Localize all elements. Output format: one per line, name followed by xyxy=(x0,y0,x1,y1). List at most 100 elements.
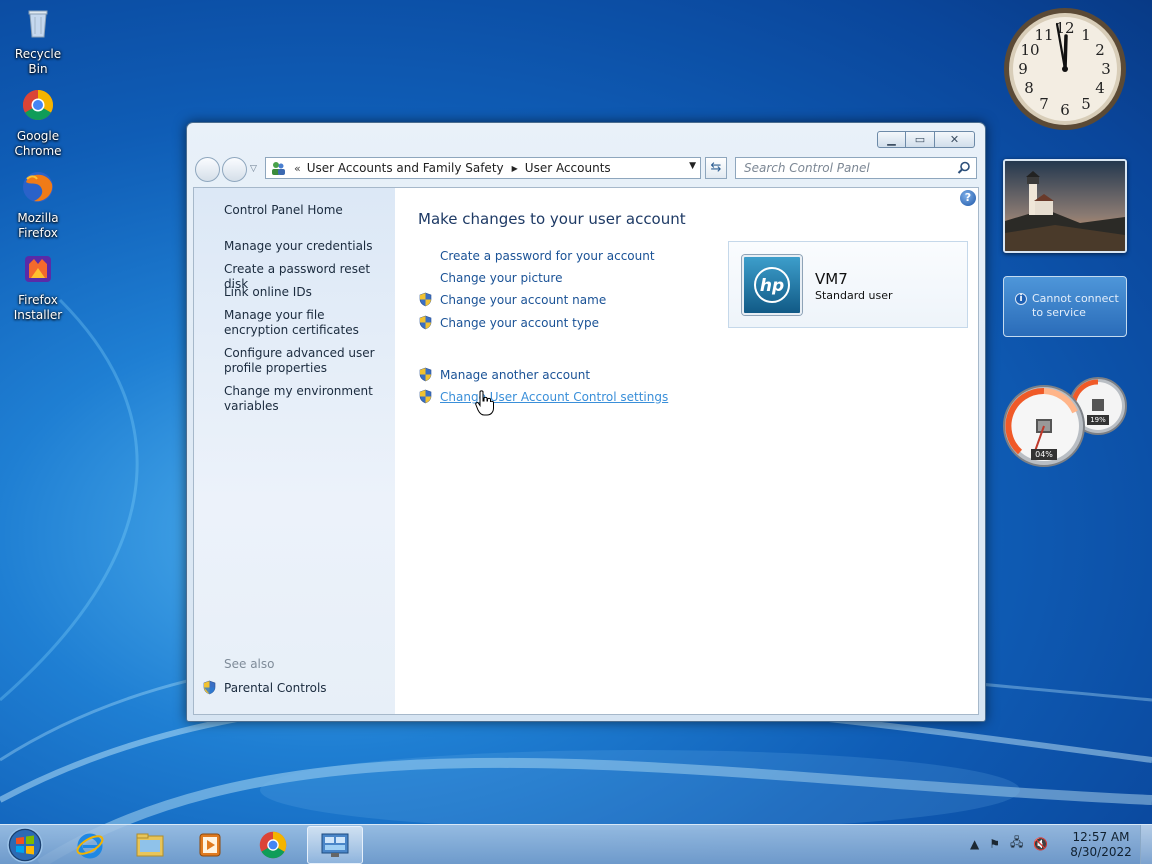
back-button[interactable] xyxy=(195,156,220,182)
lighthouse-photo xyxy=(1005,161,1125,251)
sidebar-link-file-encryption-certificates[interactable]: Manage your file encryption certificates xyxy=(224,308,389,338)
sidebar-link-control-panel-home[interactable]: Control Panel Home xyxy=(224,203,389,218)
desktop-icon-label: Google Chrome xyxy=(14,129,62,158)
svg-text:7: 7 xyxy=(1039,95,1049,113)
desktop-icon-label: Firefox Installer xyxy=(13,293,63,322)
svg-text:8: 8 xyxy=(1024,79,1034,97)
task-change-account-type[interactable]: Change your account type xyxy=(418,315,599,330)
desktop-icon-firefox-installer[interactable]: Firefox Installer xyxy=(4,252,72,323)
minimize-button[interactable]: ▁ xyxy=(877,131,906,148)
task-label: Change your picture xyxy=(440,271,563,285)
taskbar-control-panel[interactable] xyxy=(307,826,363,864)
task-change-uac-settings[interactable]: Change User Account Control settings xyxy=(418,389,668,404)
hp-logo-icon: hp xyxy=(754,267,790,303)
network-icon[interactable]: 🖧 xyxy=(1010,833,1023,854)
breadcrumb-item-user-accounts-and-family-safety[interactable]: User Accounts and Family Safety xyxy=(307,161,504,175)
action-center-flag-icon[interactable]: ⚑ xyxy=(989,837,1000,851)
sidebar-link-advanced-profile-properties[interactable]: Configure advanced user profile properti… xyxy=(224,346,389,376)
svg-text:9: 9 xyxy=(1018,60,1028,78)
show-desktop-button[interactable] xyxy=(1140,825,1152,864)
svg-text:3: 3 xyxy=(1101,60,1111,78)
close-icon: ✕ xyxy=(949,133,960,146)
forward-button[interactable] xyxy=(222,156,247,182)
task-label: Change your account type xyxy=(440,315,599,330)
taskbar-windows-explorer[interactable] xyxy=(122,826,178,864)
svg-text:4: 4 xyxy=(1095,79,1105,97)
notification-area: ▲ ⚑ 🖧 🔇 xyxy=(970,833,1058,854)
sidebar-link-parental-controls[interactable]: Parental Controls xyxy=(202,680,327,695)
breadcrumb-item-user-accounts[interactable]: User Accounts xyxy=(525,161,611,175)
taskbar: ▲ ⚑ 🖧 🔇 12:57 AM 8/30/2022 xyxy=(0,824,1152,864)
slideshow-gadget[interactable] xyxy=(1003,159,1127,253)
page-title: Make changes to your user account xyxy=(418,210,686,228)
taskbar-chrome[interactable] xyxy=(245,826,301,864)
media-player-icon xyxy=(199,833,221,857)
account-card: hp VM7 Standard user xyxy=(728,241,968,328)
uac-shield-icon xyxy=(419,389,432,404)
uac-shield-icon xyxy=(419,292,432,307)
search-icon[interactable] xyxy=(957,161,971,175)
chrome-icon xyxy=(22,90,54,121)
breadcrumb-separator-icon[interactable]: ▶ xyxy=(512,164,518,173)
control-panel-window: ▁ ▭ ✕ ▽ « User Accounts and Family Safet… xyxy=(186,122,986,722)
clock-gadget[interactable]: 12 123 4567 891011 xyxy=(1002,6,1128,132)
firefox-installer-icon xyxy=(25,256,51,282)
task-label: Create a password for your account xyxy=(440,249,655,263)
start-button[interactable] xyxy=(5,826,45,864)
account-picture[interactable]: hp xyxy=(742,255,802,315)
firefox-icon xyxy=(23,172,53,202)
account-picture-text: hp xyxy=(760,276,784,296)
svg-text:1: 1 xyxy=(1081,26,1091,44)
maximize-button[interactable]: ▭ xyxy=(906,131,935,148)
weather-gadget[interactable]: i Cannot connect to service xyxy=(1003,276,1127,337)
desktop-icon-chrome[interactable]: Google Chrome xyxy=(4,88,72,159)
show-hidden-icons-chevron-icon[interactable]: ▲ xyxy=(970,837,979,851)
task-label: Manage another account xyxy=(440,367,591,382)
cpu-meter-gadget[interactable]: 04% 19% xyxy=(1000,372,1130,470)
address-dropdown-icon[interactable]: ▼ xyxy=(689,161,696,171)
close-button[interactable]: ✕ xyxy=(935,131,975,148)
taskbar-internet-explorer[interactable] xyxy=(62,826,118,864)
see-also-heading: See also xyxy=(224,657,275,671)
hand-cursor-icon xyxy=(475,390,494,416)
taskbar-clock[interactable]: 12:57 AM 8/30/2022 xyxy=(1062,830,1140,860)
address-bar[interactable]: « User Accounts and Family Safety ▶ User… xyxy=(265,157,701,179)
chrome-icon xyxy=(259,831,287,859)
content-area: Control Panel Home Manage your credentia… xyxy=(193,187,979,715)
search-placeholder: Search Control Panel xyxy=(744,161,870,175)
desktop-icon-recycle-bin[interactable]: Recycle Bin xyxy=(4,6,72,77)
weather-message: Cannot connect to service xyxy=(1032,292,1119,319)
help-icon[interactable]: ? xyxy=(960,190,976,206)
sidebar-link-manage-credentials[interactable]: Manage your credentials xyxy=(224,239,389,254)
folder-icon xyxy=(136,833,164,857)
account-type: Standard user xyxy=(815,289,893,302)
desktop-icon-label: Mozilla Firefox xyxy=(17,211,59,240)
uac-shield-icon xyxy=(419,367,432,382)
svg-text:2: 2 xyxy=(1095,41,1105,59)
task-change-account-name[interactable]: Change your account name xyxy=(418,292,606,307)
task-create-password[interactable]: Create a password for your account xyxy=(418,249,655,263)
task-change-picture[interactable]: Change your picture xyxy=(418,271,562,285)
clock-time: 12:57 AM xyxy=(1072,830,1130,844)
sidebar-link-online-ids[interactable]: Link online IDs xyxy=(224,285,389,300)
task-manage-another-account[interactable]: Manage another account xyxy=(418,367,590,382)
svg-text:5: 5 xyxy=(1081,95,1091,113)
user-accounts-icon xyxy=(272,162,285,175)
sidebar-link-environment-variables[interactable]: Change my environment variables xyxy=(224,384,389,414)
refresh-icon: ⇆ xyxy=(710,160,722,175)
parental-controls-label: Parental Controls xyxy=(224,680,327,695)
volume-muted-icon[interactable]: 🔇 xyxy=(1033,837,1048,851)
search-input[interactable]: Search Control Panel xyxy=(735,157,977,179)
breadcrumb-overflow[interactable]: « xyxy=(294,162,301,175)
clock-date: 8/30/2022 xyxy=(1070,845,1132,859)
recycle-bin-icon xyxy=(28,10,48,38)
taskbar-media-player[interactable] xyxy=(182,826,238,864)
desktop-icon-label: Recycle Bin xyxy=(14,47,62,76)
recent-pages-chevron-icon[interactable]: ▽ xyxy=(250,164,257,174)
account-name: VM7 xyxy=(815,270,848,288)
navigation-bar: ▽ « User Accounts and Family Safety ▶ Us… xyxy=(195,156,979,182)
refresh-button[interactable]: ⇆ xyxy=(705,157,727,179)
task-label: Change your account name xyxy=(440,292,607,307)
desktop-icon-firefox[interactable]: Mozilla Firefox xyxy=(4,170,72,241)
uac-shield-icon xyxy=(419,315,432,330)
